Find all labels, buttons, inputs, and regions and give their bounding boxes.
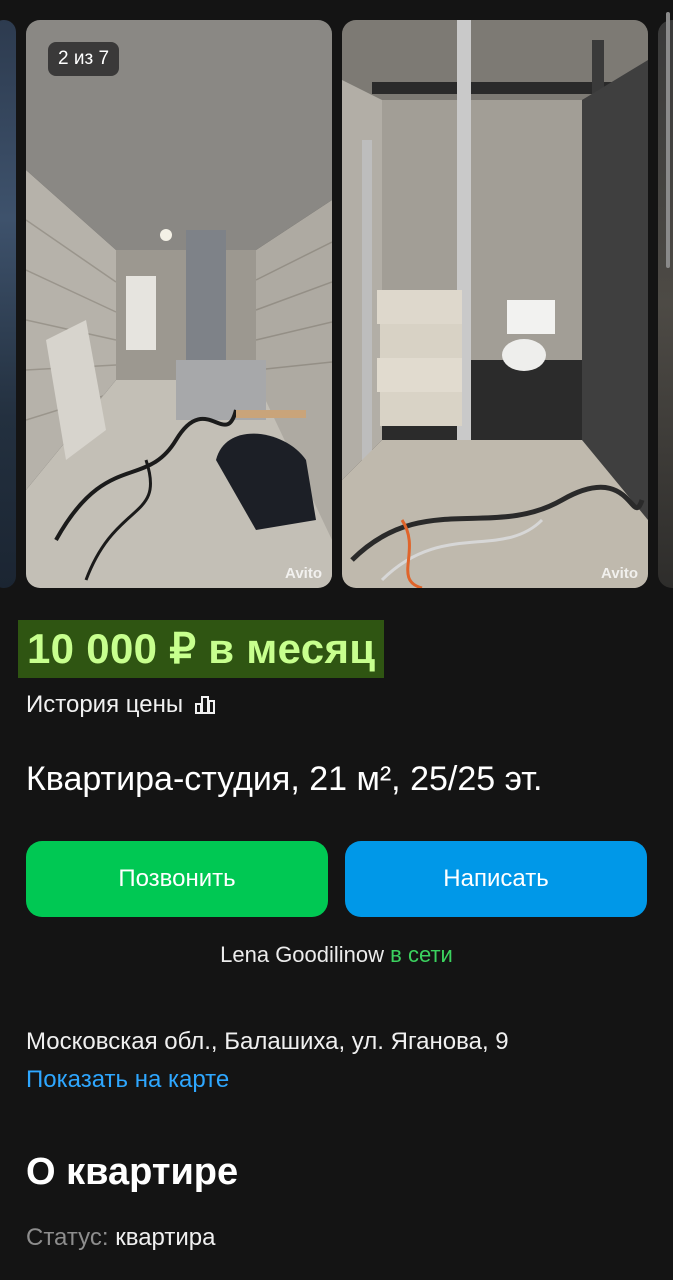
seller-online-status: в сети <box>390 942 453 967</box>
photo-gallery[interactable]: Avito Avito 2 из 7 <box>0 0 673 600</box>
status-row: Статус: квартира <box>26 1222 215 1254</box>
write-button-label: Написать <box>443 865 549 892</box>
price-history-link[interactable]: История цены <box>26 690 217 720</box>
seller-name: Lena Goodilinow <box>220 942 385 967</box>
call-button-label: Позвонить <box>118 865 236 892</box>
bathroom-image <box>342 20 648 588</box>
scrollbar[interactable] <box>666 12 670 268</box>
room-corridor-image <box>26 20 332 588</box>
previous-photo-peek[interactable] <box>0 20 16 588</box>
listing-title: Квартира-студия, 21 м², 25/25 эт. <box>26 760 543 798</box>
photo-counter-badge: 2 из 7 <box>48 42 120 76</box>
about-apartment-heading: О квартире <box>26 1151 239 1193</box>
write-message-button[interactable]: Написать <box>345 841 647 917</box>
call-button[interactable]: Позвонить <box>26 841 328 917</box>
avito-watermark: Avito <box>285 565 322 582</box>
price-history-label: История цены <box>26 691 184 718</box>
listing-page: Avito Avito 2 из 7 10 000 ₽ в месяц Исто… <box>0 0 673 1280</box>
bar-chart-icon <box>193 693 217 717</box>
gallery-photo-next[interactable]: Avito <box>342 20 648 588</box>
price-label: 10 000 ₽ в месяц <box>18 620 385 678</box>
avito-watermark: Avito <box>601 565 638 582</box>
gallery-photo-current[interactable]: Avito <box>26 20 332 588</box>
status-label: Статус: <box>26 1224 109 1251</box>
status-value: квартира <box>115 1224 216 1251</box>
address-text: Московская обл., Балашиха, ул. Яганова, … <box>26 1028 509 1055</box>
seller-info[interactable]: Lena Goodilinow в сети <box>0 940 673 970</box>
show-on-map-link[interactable]: Показать на карте <box>26 1064 229 1096</box>
